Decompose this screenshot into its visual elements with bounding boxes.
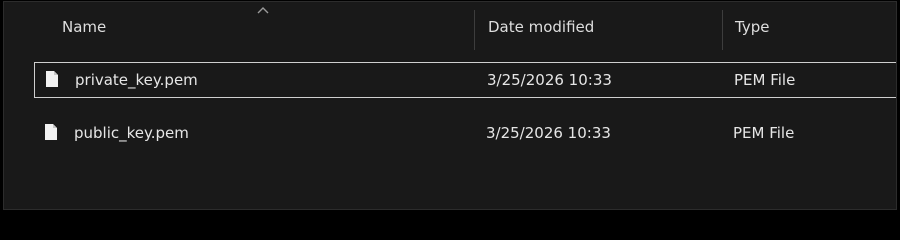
file-date-modified: 3/25/2026 10:33 — [487, 71, 612, 89]
file-icon — [45, 124, 57, 140]
column-divider[interactable] — [722, 10, 723, 50]
file-icon — [46, 71, 58, 87]
column-header-type[interactable]: Type — [735, 2, 885, 52]
file-list-view: Name Date modified Type private_key.pem … — [3, 1, 897, 210]
column-header-bar: Name Date modified Type — [4, 2, 896, 52]
file-name[interactable]: public_key.pem — [74, 116, 189, 150]
file-name[interactable]: private_key.pem — [75, 63, 198, 97]
file-row-private-key[interactable]: private_key.pem 3/25/2026 10:33 PEM File — [34, 62, 896, 98]
column-header-date-modified[interactable]: Date modified — [488, 2, 718, 52]
file-type: PEM File — [734, 71, 796, 89]
column-divider[interactable] — [474, 10, 475, 50]
file-row-public-key[interactable]: public_key.pem 3/25/2026 10:33 PEM File — [4, 115, 896, 151]
column-header-name[interactable]: Name — [62, 2, 472, 52]
file-type: PEM File — [733, 124, 795, 142]
file-date-modified: 3/25/2026 10:33 — [486, 124, 611, 142]
